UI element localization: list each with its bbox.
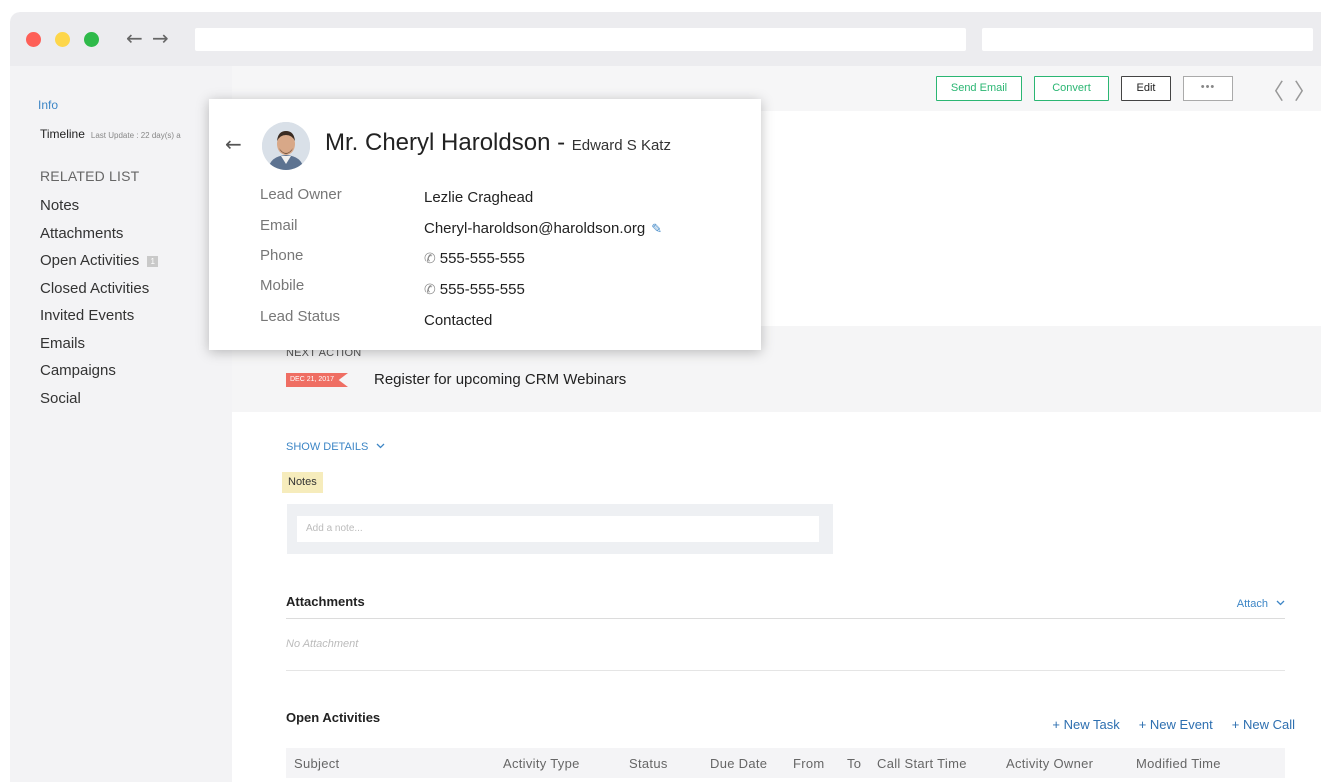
next-action-text[interactable]: Register for upcoming CRM Webinars	[374, 371, 626, 388]
field-label-lead-owner: Lead Owner	[260, 186, 342, 203]
lead-status-value[interactable]: Contacted	[424, 312, 492, 329]
field-label-email: Email	[260, 217, 298, 234]
edit-button[interactable]: Edit	[1121, 76, 1171, 101]
avatar	[262, 122, 310, 170]
sidebar-item-notes[interactable]: Notes	[40, 196, 158, 224]
lead-owner-value[interactable]: Lezlie Craghead	[424, 189, 533, 206]
attach-dropdown[interactable]: Attach	[1237, 598, 1285, 610]
new-call-link[interactable]: + New Call	[1232, 717, 1295, 732]
url-bar[interactable]	[195, 28, 966, 51]
sidebar-timeline[interactable]: Timeline Last Update : 22 day(s) a	[40, 127, 181, 141]
forward-arrow-icon[interactable]: →	[152, 26, 169, 50]
column-header-activity-owner[interactable]: Activity Owner	[1006, 756, 1093, 771]
notes-section-tag: Notes	[282, 472, 323, 493]
last-update-text: Last Update : 22 day(s) a	[90, 131, 181, 140]
minimize-window-button[interactable]	[55, 32, 70, 47]
phone-field: ✆ 555-555-555	[424, 250, 525, 267]
sidebar-info-link[interactable]: Info	[38, 98, 58, 112]
maximize-window-button[interactable]	[84, 32, 99, 47]
phone-icon: ✆	[424, 282, 436, 298]
note-composer: Add a note...	[287, 504, 833, 554]
field-label-lead-status: Lead Status	[260, 308, 341, 325]
previous-record-icon[interactable]: 〈	[1262, 74, 1284, 106]
due-date-tag: DEC 21, 2017	[286, 373, 348, 387]
attachments-title: Attachments	[286, 594, 365, 609]
edit-pencil-icon[interactable]: ✎	[651, 222, 662, 237]
email-value[interactable]: Cheryl-haroldson@haroldson.org	[424, 220, 645, 237]
chevron-down-icon	[376, 443, 385, 449]
column-header-due-date[interactable]: Due Date	[710, 756, 767, 771]
column-header-activity-type[interactable]: Activity Type	[503, 756, 580, 771]
no-attachment-text: No Attachment	[286, 638, 359, 650]
column-header-to[interactable]: To	[847, 756, 861, 771]
company-name: Edward S Katz	[571, 137, 671, 154]
email-field: Cheryl-haroldson@haroldson.org ✎	[424, 220, 662, 237]
new-event-link[interactable]: + New Event	[1139, 717, 1213, 732]
related-list: Notes Attachments Open Activities 1 Close…	[40, 196, 159, 417]
divider	[286, 618, 1285, 619]
back-arrow-icon[interactable]: ←	[126, 26, 143, 50]
mobile-field: ✆ 555-555-555	[424, 281, 525, 298]
new-activity-links: + New Task + New Event + New Call	[1033, 717, 1295, 732]
related-list-heading: RELATED LIST	[40, 168, 140, 184]
sidebar: Info Timeline Last Update : 22 day(s) a R…	[10, 66, 232, 782]
field-label-mobile: Mobile	[260, 277, 305, 294]
column-header-modified-time[interactable]: Modified Time	[1136, 756, 1221, 771]
phone-value[interactable]: 555-555-555	[440, 250, 525, 267]
next-record-icon[interactable]: 〉	[1294, 74, 1316, 106]
close-window-button[interactable]	[26, 32, 41, 47]
back-arrow-icon[interactable]: ←	[225, 132, 242, 156]
sidebar-item-invited-events[interactable]: Invited Events	[40, 306, 158, 334]
sidebar-item-attachments[interactable]: Attachments	[40, 224, 158, 252]
timeline-label: Timeline	[40, 127, 85, 141]
open-activities-title: Open Activities	[286, 710, 381, 725]
column-header-call-start-time[interactable]: Call Start Time	[877, 756, 967, 771]
sidebar-item-emails[interactable]: Emails	[40, 334, 158, 362]
more-options-button[interactable]: •••	[1183, 76, 1233, 101]
browser-search-bar[interactable]	[982, 28, 1313, 51]
send-email-button[interactable]: Send Email	[936, 76, 1022, 101]
column-header-subject[interactable]: Subject	[294, 756, 339, 771]
column-header-status[interactable]: Status	[629, 756, 668, 771]
lead-name-heading: Mr. Cheryl Haroldson - Edward S Katz	[325, 129, 671, 156]
sidebar-item-social[interactable]: Social	[40, 389, 158, 417]
chevron-down-icon	[1276, 600, 1285, 606]
add-note-input[interactable]: Add a note...	[297, 516, 819, 542]
title-bar: ← →	[10, 12, 1321, 66]
field-label-phone: Phone	[260, 247, 304, 264]
count-badge: 1	[147, 256, 159, 267]
sidebar-item-open-activities[interactable]: Open Activities 1	[40, 251, 159, 279]
phone-icon: ✆	[424, 251, 436, 267]
sidebar-item-closed-activities[interactable]: Closed Activities	[40, 279, 158, 307]
divider	[286, 670, 1285, 671]
lead-hovercard: ← Mr. Cheryl Haroldson - Edward S Katz L…	[209, 99, 761, 350]
column-header-from[interactable]: From	[793, 756, 825, 771]
new-task-link[interactable]: + New Task	[1052, 717, 1119, 732]
activities-table-header: Subject Activity Type Status Due Date Fr…	[286, 748, 1285, 778]
sidebar-item-campaigns[interactable]: Campaigns	[40, 361, 158, 389]
mobile-value[interactable]: 555-555-555	[440, 281, 525, 298]
show-details-link[interactable]: SHOW DETAILS	[286, 441, 385, 453]
convert-button[interactable]: Convert	[1034, 76, 1109, 101]
